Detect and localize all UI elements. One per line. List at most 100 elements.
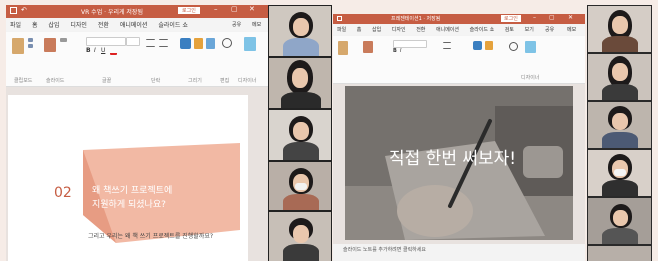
tab-view[interactable]: 보기 — [525, 27, 534, 33]
find-icon[interactable] — [509, 42, 518, 51]
close-button[interactable]: ✕ — [249, 5, 255, 13]
minimize-button[interactable]: – — [533, 14, 536, 21]
undo-icon[interactable]: ↶ — [21, 6, 27, 14]
slide-heading-line1: 왜 책쓰기 프로젝트에 — [92, 186, 173, 196]
new-slide-icon[interactable] — [44, 38, 56, 52]
participant-body — [283, 38, 319, 56]
left-slide[interactable]: 02 왜 책쓰기 프로젝트에 지원하게 되셨나요? 그리고 우리는 왜 책 쓰기… — [8, 95, 248, 261]
group-font-label: 글꼴 — [102, 78, 112, 84]
cut-icon[interactable] — [28, 38, 33, 42]
tab-file[interactable]: 파일 — [10, 22, 21, 29]
left-share-button[interactable]: 공유 — [232, 21, 241, 28]
right-comment-button[interactable]: 메모 — [567, 26, 576, 33]
right-window-title: 프레젠테이션1 · 저장됨 — [391, 16, 441, 22]
bold-icon[interactable]: B — [393, 48, 397, 54]
participant-face — [612, 16, 628, 34]
tab-design[interactable]: 디자인 — [392, 27, 406, 33]
tab-file[interactable]: 파일 — [337, 27, 346, 33]
copy-icon[interactable] — [28, 44, 33, 48]
slide-notes-prompt[interactable]: 슬라이드 노트를 추가하려면 클릭하세요 — [343, 246, 426, 253]
participant-video-3[interactable] — [269, 110, 331, 160]
right-title-bar: 프레젠테이션1 · 저장됨 로그인 – ▢ ✕ — [333, 14, 585, 24]
tab-animations[interactable]: 애니메이션 — [120, 22, 148, 29]
slide-number: 02 — [54, 185, 72, 201]
find-icon[interactable] — [222, 38, 232, 48]
participant-video-6[interactable] — [588, 6, 651, 52]
right-slide-area: 직접 한번 써보자! — [333, 84, 585, 244]
right-slide[interactable]: 직접 한번 써보자! — [345, 86, 573, 240]
font-size-box[interactable] — [126, 37, 140, 46]
new-slide-icon[interactable] — [363, 41, 373, 53]
tab-design[interactable]: 디자인 — [70, 22, 87, 29]
right-video-column — [587, 5, 652, 261]
participant-video-1[interactable] — [269, 6, 331, 56]
participant-face — [612, 63, 628, 81]
participant-video-8[interactable] — [588, 102, 651, 148]
left-comment-button[interactable]: 메모 — [252, 21, 261, 28]
save-icon[interactable] — [10, 7, 17, 14]
tab-home[interactable]: 홈 — [32, 22, 38, 29]
tab-transitions[interactable]: 전환 — [98, 22, 109, 29]
maximize-button[interactable]: ▢ — [231, 5, 238, 13]
participant-video-10[interactable] — [588, 198, 651, 244]
slide-question: 그리고 우리는 왜 책 쓰기 프로젝트를 진행할까요? — [88, 233, 214, 240]
minimize-button[interactable]: – — [214, 5, 218, 13]
left-title-bar: ↶ VR 수업 · 우리게 저장됨 로그인 – ▢ ✕ — [6, 5, 268, 18]
right-share-button[interactable]: 공유 — [545, 26, 554, 33]
tab-transitions[interactable]: 전환 — [416, 27, 425, 33]
middle-video-column — [268, 5, 332, 261]
participant-video-2[interactable] — [269, 58, 331, 108]
participant-face — [293, 225, 309, 243]
participant-video-4[interactable] — [269, 162, 331, 210]
participant-body — [602, 228, 638, 244]
tab-slideshow[interactable]: 슬라이드 쇼 — [470, 27, 495, 33]
participant-face — [293, 122, 309, 140]
designer-icon[interactable] — [525, 41, 536, 53]
participant-face — [292, 68, 308, 88]
quick-styles-icon[interactable] — [206, 38, 215, 49]
bold-icon[interactable]: B — [86, 47, 91, 54]
designer-icon[interactable] — [244, 37, 256, 51]
align-icon[interactable] — [159, 39, 168, 47]
font-box[interactable] — [86, 37, 126, 46]
paste-icon[interactable] — [338, 41, 348, 55]
close-button[interactable]: ✕ — [568, 14, 573, 21]
face-mask — [295, 183, 307, 190]
layout-icon[interactable] — [60, 38, 67, 42]
right-powerpoint-window: 프레젠테이션1 · 저장됨 로그인 – ▢ ✕ 파일 홈 삽입 디자인 전환 애… — [333, 14, 585, 261]
tab-insert[interactable]: 삽입 — [48, 22, 59, 29]
right-login-badge[interactable]: 로그인 — [501, 15, 521, 22]
participant-body — [602, 36, 638, 52]
participant-body — [602, 84, 638, 100]
group-clipboard-label: 클립보드 — [14, 78, 33, 84]
tab-home[interactable]: 홈 — [357, 27, 362, 33]
participant-video-5[interactable] — [269, 212, 331, 261]
participant-video-9[interactable] — [588, 150, 651, 196]
font-color-icon[interactable] — [110, 48, 117, 55]
tab-slideshow[interactable]: 슬라이드 쇼 — [158, 22, 188, 29]
left-login-badge[interactable]: 로그인 — [178, 7, 200, 14]
italic-icon[interactable]: I — [400, 48, 401, 54]
paste-icon[interactable] — [12, 38, 24, 54]
participant-video-7[interactable] — [588, 54, 651, 100]
shapes-icon[interactable] — [473, 41, 482, 50]
shapes-icon[interactable] — [180, 38, 191, 49]
arrange-icon[interactable] — [194, 38, 203, 49]
arrange-icon[interactable] — [485, 41, 493, 50]
maximize-button[interactable]: ▢ — [549, 14, 555, 21]
left-powerpoint-window: ↶ VR 수업 · 우리게 저장됨 로그인 – ▢ ✕ 파일 홈 삽입 디자인 … — [6, 5, 268, 261]
bullets-icon[interactable] — [443, 42, 451, 49]
underline-icon[interactable]: U — [101, 47, 105, 54]
participant-video-11[interactable] — [588, 246, 651, 261]
group-drawing-label: 그리기 — [188, 78, 202, 84]
participant-face — [613, 210, 628, 226]
italic-icon[interactable]: I — [94, 47, 96, 54]
participant-body — [602, 132, 638, 148]
bullets-icon[interactable] — [146, 39, 155, 47]
save-icon[interactable] — [337, 16, 342, 21]
tab-review[interactable]: 검토 — [505, 27, 514, 33]
font-box[interactable] — [393, 40, 427, 48]
tab-animations[interactable]: 애니메이션 — [436, 27, 459, 33]
tab-insert[interactable]: 삽입 — [372, 27, 381, 33]
slide-title-text: 직접 한번 써보자! — [389, 149, 517, 169]
